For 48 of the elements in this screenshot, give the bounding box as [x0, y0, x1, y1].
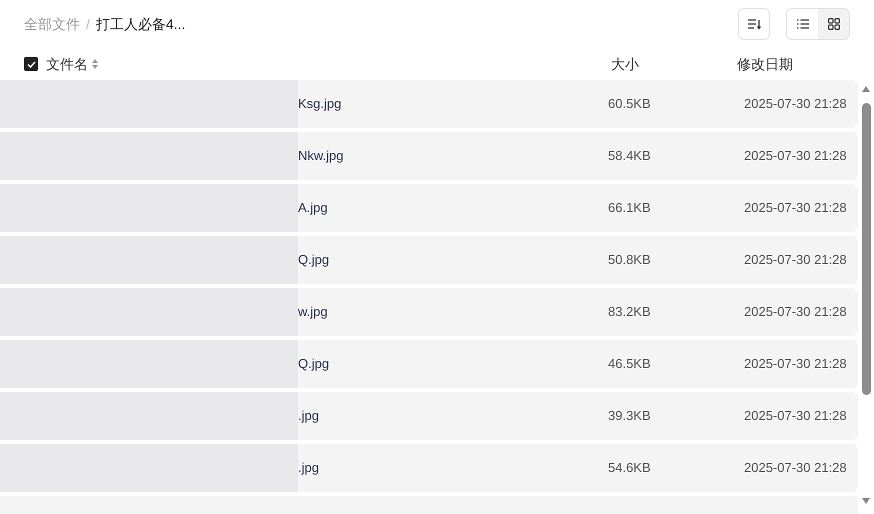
column-header[interactable]: 文件名	[46, 54, 88, 74]
file-row[interactable]: A.jpg 66.1KB 2025-07-30 21:28	[0, 184, 858, 232]
file-name[interactable]: .jpg	[298, 458, 598, 478]
breadcrumb-separator: /	[86, 14, 90, 34]
file-name[interactable]: Q.jpg	[298, 354, 598, 374]
select-all-checkbox[interactable]	[24, 57, 38, 71]
file-name[interactable]: Ksg.jpg	[298, 94, 598, 114]
file-size: 50.8KB	[608, 251, 652, 270]
file-size: 39.3KB	[608, 407, 652, 426]
modified-date: 2025-07-30 21:28	[744, 251, 847, 270]
breadcrumb-link[interactable]: 打工人必备4...	[96, 14, 186, 34]
file-name[interactable]: .jpg	[298, 406, 598, 426]
scroll-up-icon	[862, 86, 870, 92]
file-size: 46.5KB	[608, 355, 652, 374]
sort-button[interactable]	[738, 8, 770, 40]
column-header: 大小	[611, 54, 639, 74]
file-size: 83.2KB	[608, 303, 652, 322]
checkmark-icon	[26, 60, 36, 68]
file-size: 58.4KB	[608, 147, 652, 166]
scrollbar-thumb[interactable]	[862, 103, 871, 395]
file-name[interactable]: A.jpg	[298, 198, 598, 218]
file-name[interactable]: Nkw.jpg	[298, 146, 598, 166]
file-row[interactable]: Q.jpg 46.5KB 2025-07-30 21:28	[0, 340, 858, 388]
file-row[interactable]: Nkw.jpg 58.4KB 2025-07-30 21:28	[0, 132, 858, 180]
file-row[interactable]: Ksg.jpg 60.5KB 2025-07-30 21:28	[0, 80, 858, 128]
file-row[interactable]: Q.jpg 50.8KB 2025-07-30 21:28	[0, 236, 858, 284]
file-row[interactable]: w.jpg 83.2KB 2025-07-30 21:28	[0, 288, 858, 336]
modified-date: 2025-07-30 21:28	[744, 303, 847, 322]
modified-date: 2025-07-30 21:28	[744, 147, 847, 166]
file-name[interactable]: Q.jpg	[298, 250, 598, 270]
modified-date: 2025-07-30 21:28	[744, 199, 847, 218]
sort-arrows-icon	[92, 59, 98, 69]
modified-date: 2025-07-30 21:28	[744, 355, 847, 374]
file-size: 60.5KB	[608, 95, 652, 114]
list-view-button[interactable]	[787, 9, 818, 39]
modified-date: 2025-07-30 21:28	[744, 459, 847, 478]
file-size: 66.1KB	[608, 199, 652, 218]
modified-date: 2025-07-30 21:28	[744, 95, 847, 114]
list-icon	[796, 19, 808, 29]
file-name[interactable]: w.jpg	[298, 302, 598, 322]
file-row[interactable]: .jpg 54.6KB 2025-07-30 21:28	[0, 444, 858, 492]
column-header: 修改日期	[737, 54, 793, 74]
scroll-down-icon	[862, 498, 870, 504]
sort-icon	[747, 18, 761, 30]
modified-date: 2025-07-30 21:28	[744, 407, 847, 426]
file-row[interactable]: .jpg 39.3KB 2025-07-30 21:28	[0, 392, 858, 440]
file-size: 54.6KB	[608, 459, 652, 478]
grid-icon	[828, 18, 840, 30]
